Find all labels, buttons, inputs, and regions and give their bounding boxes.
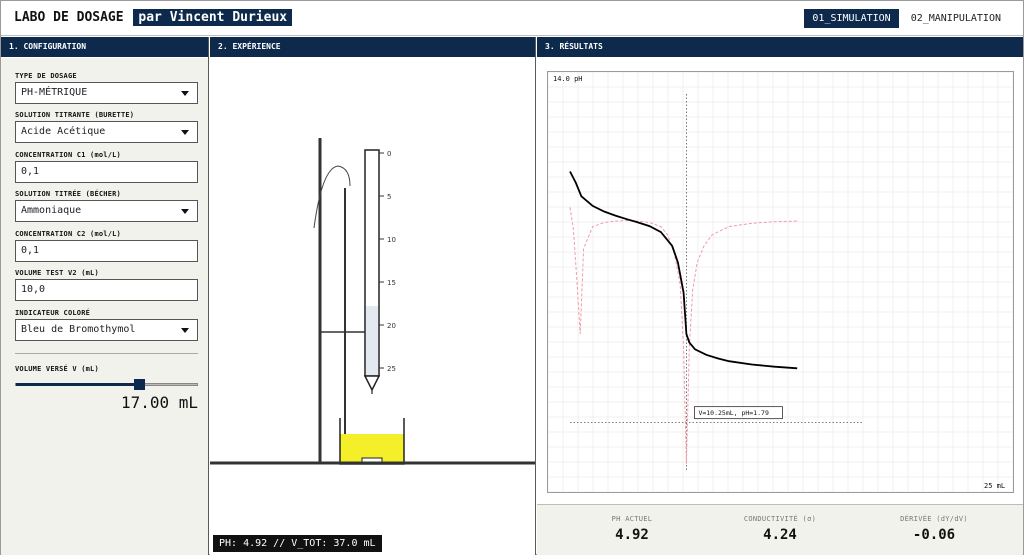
- indicator-select-value: Bleu de Bromothymol: [21, 324, 136, 335]
- metric-ph: PH ACTUEL 4.92: [562, 515, 702, 543]
- burette-tick-label: 25: [387, 365, 396, 373]
- burette-tick-label: 10: [387, 236, 396, 244]
- volume-slider-handle[interactable]: [134, 379, 146, 390]
- titration-chart: 14.0 pH 25 mL V=10.25mL, pH=1.79: [547, 71, 1014, 493]
- config-panel: TYPE DE DOSAGE PH-MÉTRIQUE SOLUTION TITR…: [1, 58, 208, 555]
- app-title: LABO DE DOSAGE par Vincent Durieux: [14, 9, 293, 26]
- type-label: TYPE DE DOSAGE: [15, 72, 77, 80]
- c2-label: CONCENTRATION C2 (mol/L): [15, 230, 121, 238]
- volume-slider-fill: [16, 383, 140, 386]
- burette-liquid: [366, 306, 378, 375]
- results-panel-header: 3. RÉSULTATS: [537, 37, 1023, 57]
- chevron-down-icon: [181, 209, 189, 214]
- titration-apparatus: 0 5 10 15 20 25: [210, 138, 535, 465]
- type-select-value: PH-MÉTRIQUE: [21, 87, 88, 98]
- experience-panel-header: 2. EXPÉRIENCE: [210, 37, 535, 57]
- v2-label: VOLUME TEST V2 (mL): [15, 269, 99, 277]
- titration-chart-svg: 14.0 pH 25 mL V=10.25mL, pH=1.79: [547, 71, 1014, 493]
- divider: [15, 353, 198, 354]
- y-axis-label: 14.0 pH: [553, 75, 583, 83]
- type-select[interactable]: PH-MÉTRIQUE: [15, 82, 198, 104]
- c1-input[interactable]: 0,1: [15, 161, 198, 183]
- volume-readout: 17.00 mL: [120, 393, 198, 412]
- chevron-down-icon: [181, 328, 189, 333]
- experience-status: PH: 4.92 // V_TOT: 37.0 mL: [213, 535, 382, 552]
- indicator-label: INDICATEUR COLORÉ: [15, 309, 91, 317]
- metric-conductivity-label: CONDUCTIVITÉ (σ): [743, 515, 817, 523]
- chevron-down-icon: [181, 91, 189, 96]
- equivalence-tooltip: V=10.25mL, pH=1.79: [694, 406, 783, 420]
- app-header: LABO DE DOSAGE par Vincent Durieux 01_SI…: [1, 1, 1023, 36]
- panel-divider: [208, 37, 209, 555]
- metric-conductivity-value: 4.24: [763, 527, 797, 543]
- app-window: LABO DE DOSAGE par Vincent Durieux 01_SI…: [0, 0, 1024, 555]
- titrant-label: SOLUTION TITRANTE (BURETTE): [15, 111, 135, 119]
- chart-grid: [547, 71, 1014, 493]
- metric-derivative: DÉRIVÉE (dY/dV) -0.06: [864, 515, 1004, 543]
- volume-slider[interactable]: [15, 379, 198, 390]
- titree-select-value: Ammoniaque: [21, 205, 82, 216]
- config-panel-header: 1. CONFIGURATION: [1, 37, 208, 57]
- titree-select[interactable]: Ammoniaque: [15, 200, 198, 222]
- app-title-text: LABO DE DOSAGE: [14, 10, 124, 25]
- c2-input[interactable]: 0,1: [15, 240, 198, 262]
- metric-conductivity: CONDUCTIVITÉ (σ) 4.24: [710, 515, 850, 543]
- titrant-select[interactable]: Acide Acétique: [15, 121, 198, 143]
- metrics-bar: PH ACTUEL 4.92 CONDUCTIVITÉ (σ) 4.24 DÉR…: [537, 504, 1023, 555]
- burette-tip: [363, 375, 381, 392]
- stir-bar: [361, 457, 383, 463]
- burette: [363, 149, 381, 394]
- burette-tick-label: 15: [387, 279, 396, 287]
- burette-tick-label: 20: [387, 322, 396, 330]
- derivative-curve: [569, 207, 798, 464]
- indicator-select[interactable]: Bleu de Bromothymol: [15, 319, 198, 341]
- tab-simulation[interactable]: 01_SIMULATION: [804, 9, 899, 28]
- panel-divider: [535, 37, 536, 555]
- chevron-down-icon: [181, 130, 189, 135]
- v2-input[interactable]: 10,0: [15, 279, 198, 301]
- volume-label: VOLUME VERSÉ V (mL): [15, 365, 99, 373]
- titree-label: SOLUTION TITRÉE (BÉCHER): [15, 190, 121, 198]
- burette-scale: 0 5 10 15 20 25: [379, 150, 396, 373]
- burette-tick-label: 0: [387, 150, 391, 158]
- metric-derivative-label: DÉRIVÉE (dY/dV): [900, 515, 968, 523]
- titrant-select-value: Acide Acétique: [21, 126, 106, 137]
- x-axis-label: 25 mL: [984, 482, 1005, 490]
- metric-ph-label: PH ACTUEL: [611, 515, 653, 523]
- burette-tick-label: 5: [387, 193, 391, 201]
- app-author: par Vincent Durieux: [133, 9, 293, 26]
- metric-derivative-value: -0.06: [912, 527, 956, 543]
- mode-tabs: 01_SIMULATION 02_MANIPULATION: [800, 9, 1009, 28]
- metric-ph-value: 4.92: [615, 527, 649, 543]
- experience-panel: 0 5 10 15 20 25: [210, 58, 535, 555]
- tab-manipulation[interactable]: 02_MANIPULATION: [903, 9, 1009, 28]
- equivalence-tooltip-text: V=10.25mL, pH=1.79: [698, 409, 769, 417]
- c1-label: CONCENTRATION C1 (mol/L): [15, 151, 121, 159]
